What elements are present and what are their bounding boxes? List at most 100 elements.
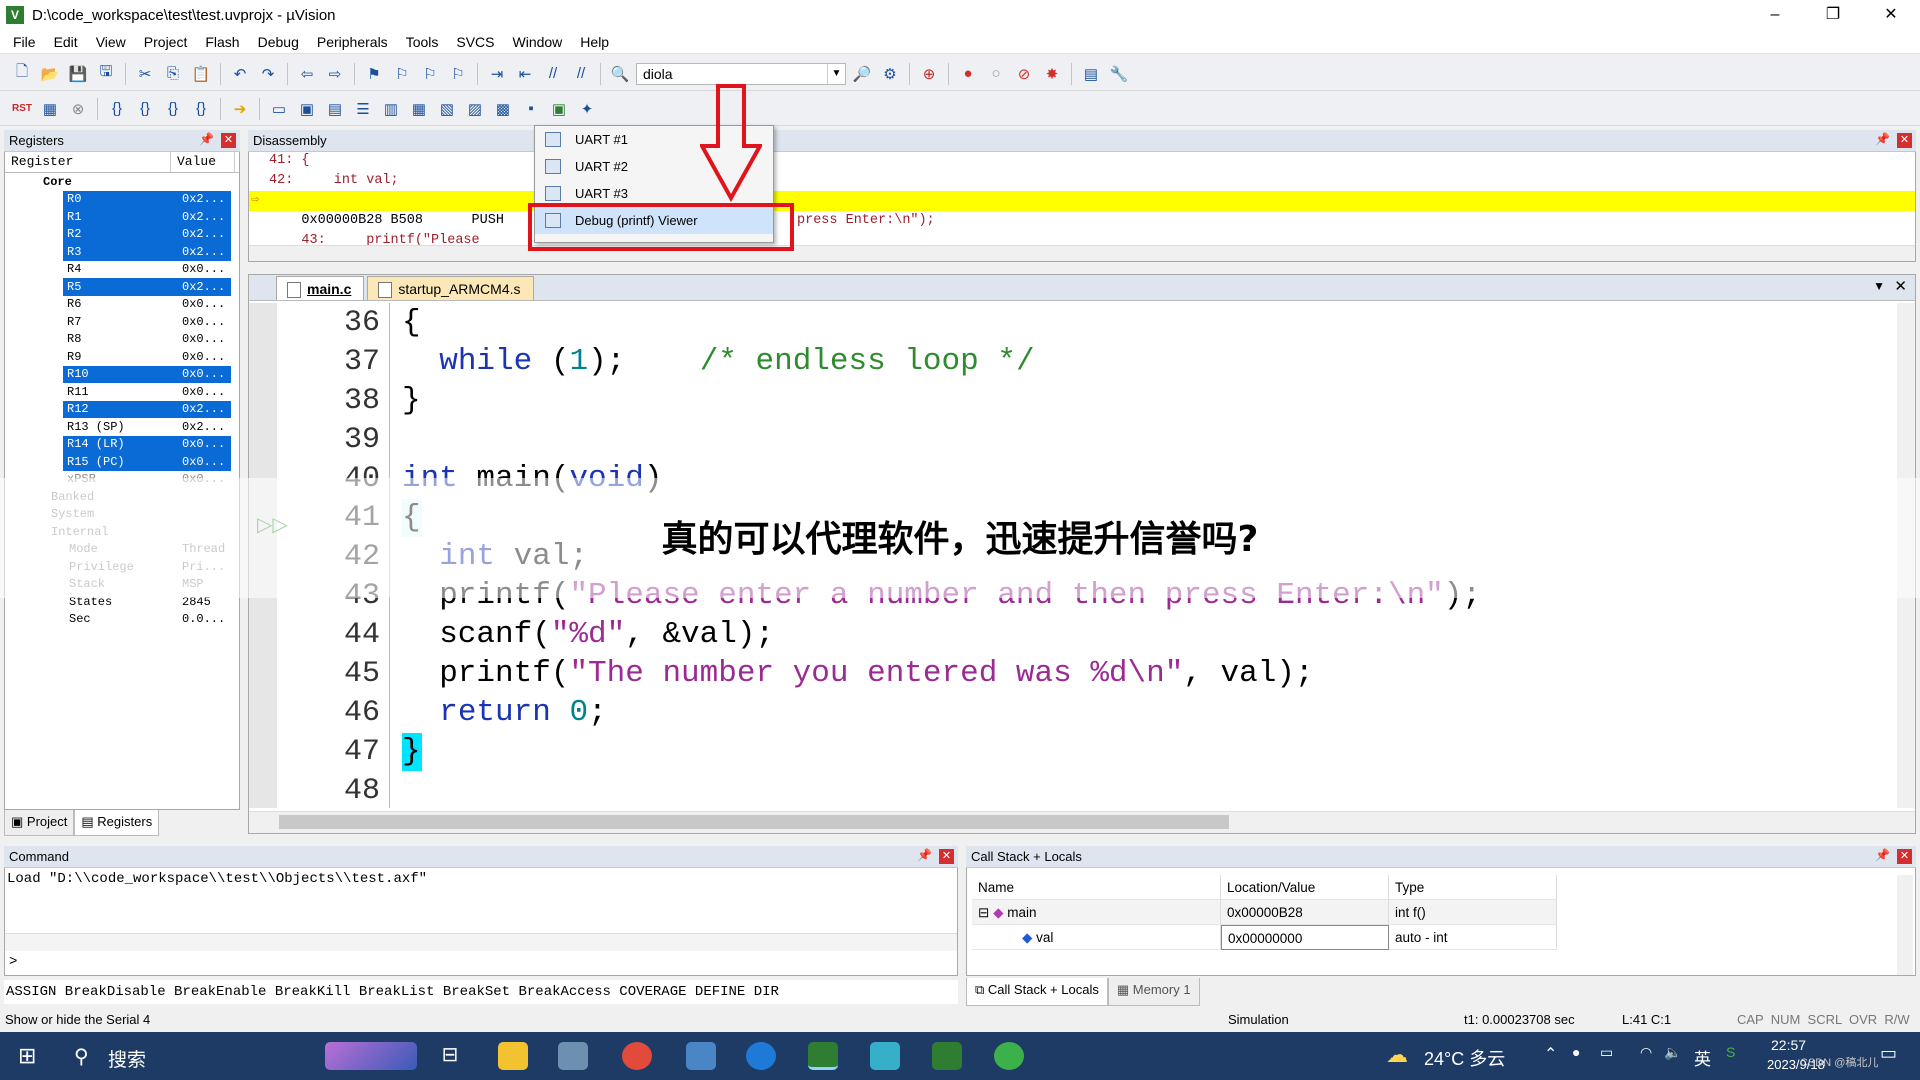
uncomment-icon[interactable]: // xyxy=(569,62,593,86)
register-row[interactable]: R13 (SP) 0x2... xyxy=(5,418,239,436)
network-icon[interactable]: ◠ xyxy=(1640,1044,1652,1061)
breakpoint-kill-all-icon[interactable]: ✸ xyxy=(1040,62,1064,86)
minimize-button[interactable]: – xyxy=(1746,0,1804,30)
close-icon[interactable]: ✕ xyxy=(939,849,954,864)
menu-debug[interactable]: Debug xyxy=(249,34,308,50)
close-button[interactable]: ✕ xyxy=(1862,0,1920,30)
callstack-vscrollbar[interactable] xyxy=(1897,875,1913,975)
uvision-taskbar-icon[interactable] xyxy=(932,1042,962,1070)
new-file-icon[interactable]: 🗋 xyxy=(10,62,34,86)
pin-icon[interactable]: 📌 xyxy=(917,848,932,862)
register-row[interactable]: R7 0x0... xyxy=(5,313,239,331)
code-line[interactable]: scanf("%d", &val); xyxy=(402,616,774,654)
nav-back-icon[interactable]: ⇦ xyxy=(295,62,319,86)
remote-desktop-icon[interactable] xyxy=(686,1042,716,1070)
toolbox-icon[interactable]: ✦ xyxy=(575,97,599,121)
menu-project[interactable]: Project xyxy=(135,34,197,50)
find-icon[interactable]: 🔎 xyxy=(850,62,874,86)
weather-text[interactable]: 24°C 多云 xyxy=(1424,1045,1505,1071)
tab-memory1[interactable]: ▦ Memory 1 xyxy=(1107,978,1200,1006)
cut-icon[interactable]: ✂ xyxy=(133,62,157,86)
windows-start-icon[interactable]: ⊞ xyxy=(18,1044,42,1068)
incremental-find-icon[interactable]: ⚙ xyxy=(878,62,902,86)
table-row[interactable]: ◆ val 0x00000000 auto - int xyxy=(972,925,1557,950)
register-row[interactable]: R15 (PC) 0x0... xyxy=(5,453,239,471)
ime-indicator[interactable]: 英 xyxy=(1694,1045,1711,1070)
disassembly-window-icon[interactable]: ▣ xyxy=(295,97,319,121)
register-row[interactable]: R11 0x0... xyxy=(5,383,239,401)
command-window-icon[interactable]: ▭ xyxy=(267,97,291,121)
nav-forward-icon[interactable]: ⇨ xyxy=(323,62,347,86)
watch-window-icon[interactable]: ▦ xyxy=(407,97,431,121)
command-hscrollbar[interactable] xyxy=(5,933,957,951)
register-row[interactable]: Core xyxy=(5,173,239,191)
stop-icon[interactable]: ⊗ xyxy=(66,97,90,121)
step-out-icon[interactable]: {} xyxy=(161,97,185,121)
app-icon[interactable] xyxy=(746,1042,776,1070)
bookmark-prev-icon[interactable]: ⚐ xyxy=(390,62,414,86)
code-line[interactable]: { xyxy=(402,304,421,342)
breakpoint-insert-icon[interactable]: ● xyxy=(956,62,980,86)
find-in-files-icon[interactable]: 🔍 xyxy=(608,62,632,86)
serial-window-icon[interactable]: ▨ xyxy=(463,97,487,121)
step-over-icon[interactable]: {} xyxy=(133,97,157,121)
menu-help[interactable]: Help xyxy=(571,34,618,50)
register-row[interactable]: R9 0x0... xyxy=(5,348,239,366)
maximize-button[interactable]: ❐ xyxy=(1804,0,1862,30)
analysis-window-icon[interactable]: ▩ xyxy=(491,97,515,121)
pin-icon[interactable]: 📌 xyxy=(1875,848,1890,862)
taskbar-search-label[interactable]: 搜索 xyxy=(108,1045,146,1072)
close-icon[interactable]: ✕ xyxy=(221,133,236,148)
pin-icon[interactable]: 📌 xyxy=(199,132,214,146)
menu-tools[interactable]: Tools xyxy=(397,34,448,50)
register-row[interactable]: R8 0x0... xyxy=(5,331,239,349)
code-line[interactable]: printf("The number you entered was %d\n"… xyxy=(402,655,1313,693)
close-icon[interactable]: ✕ xyxy=(1897,849,1912,864)
register-row[interactable]: R14 (LR) 0x0... xyxy=(5,435,239,453)
disasm-line[interactable]: 41: { xyxy=(249,151,1915,171)
tray-wechat-icon[interactable]: ● xyxy=(1572,1044,1580,1060)
configure-icon[interactable]: 🔧 xyxy=(1107,62,1131,86)
disasm-line[interactable]: 42: int val; xyxy=(249,171,1915,191)
notification-icon[interactable]: ▭ xyxy=(1880,1043,1897,1064)
disasm-line[interactable]: 43: printf("Please press Enter:\n"); xyxy=(249,211,1915,248)
tab-list-chevron-icon[interactable]: ▼ xyxy=(1873,279,1885,293)
comment-icon[interactable]: // xyxy=(541,62,565,86)
file-explorer-icon[interactable] xyxy=(498,1042,528,1070)
bookmark-clear-icon[interactable]: ⚐ xyxy=(446,62,470,86)
menu-flash[interactable]: Flash xyxy=(196,34,248,50)
tab-startup[interactable]: startup_ARMCM4.s xyxy=(367,276,534,300)
menu-edit[interactable]: Edit xyxy=(45,34,87,50)
menu-view[interactable]: View xyxy=(87,34,135,50)
paste-icon[interactable]: 📋 xyxy=(189,62,213,86)
row-value[interactable]: 0x00000000 xyxy=(1221,925,1389,950)
code-line[interactable]: return 0; xyxy=(402,694,606,732)
debug-session-icon[interactable]: ⊕ xyxy=(917,62,941,86)
register-row[interactable]: R2 0x2... xyxy=(5,225,239,243)
save-all-icon[interactable]: 🖫 xyxy=(94,62,118,86)
app-icon[interactable] xyxy=(870,1042,900,1070)
search-icon[interactable]: ⚲ xyxy=(74,1044,89,1069)
redo-icon[interactable]: ↷ xyxy=(256,62,280,86)
hscroll-thumb[interactable] xyxy=(279,815,1229,829)
register-row[interactable]: R10 0x0... xyxy=(5,365,239,383)
run-to-cursor-icon[interactable]: {} xyxy=(189,97,213,121)
memory-window-icon[interactable]: ▧ xyxy=(435,97,459,121)
show-next-statement-icon[interactable]: ➔ xyxy=(228,97,252,121)
system-viewer-icon[interactable]: ▣ xyxy=(547,97,571,121)
chrome-icon[interactable] xyxy=(622,1042,652,1070)
breakpoint-disable-all-icon[interactable]: ⊘ xyxy=(1012,62,1036,86)
command-input[interactable] xyxy=(23,953,943,973)
code-line[interactable]: } xyxy=(402,382,421,420)
app-icon[interactable] xyxy=(558,1042,588,1070)
bookmark-next-icon[interactable]: ⚐ xyxy=(418,62,442,86)
wechat-icon[interactable] xyxy=(994,1042,1024,1070)
clock-time[interactable]: 22:57 xyxy=(1771,1037,1806,1053)
register-row[interactable]: R5 0x2... xyxy=(5,278,239,296)
registers-window-icon[interactable]: ☰ xyxy=(351,97,375,121)
register-row[interactable]: R12 0x2... xyxy=(5,400,239,418)
target-combo[interactable]: diola ▼ xyxy=(636,62,846,85)
register-row[interactable]: R6 0x0... xyxy=(5,296,239,314)
editor-hscrollbar[interactable] xyxy=(249,811,1915,833)
collapse-icon[interactable]: ⊟ xyxy=(978,905,989,920)
